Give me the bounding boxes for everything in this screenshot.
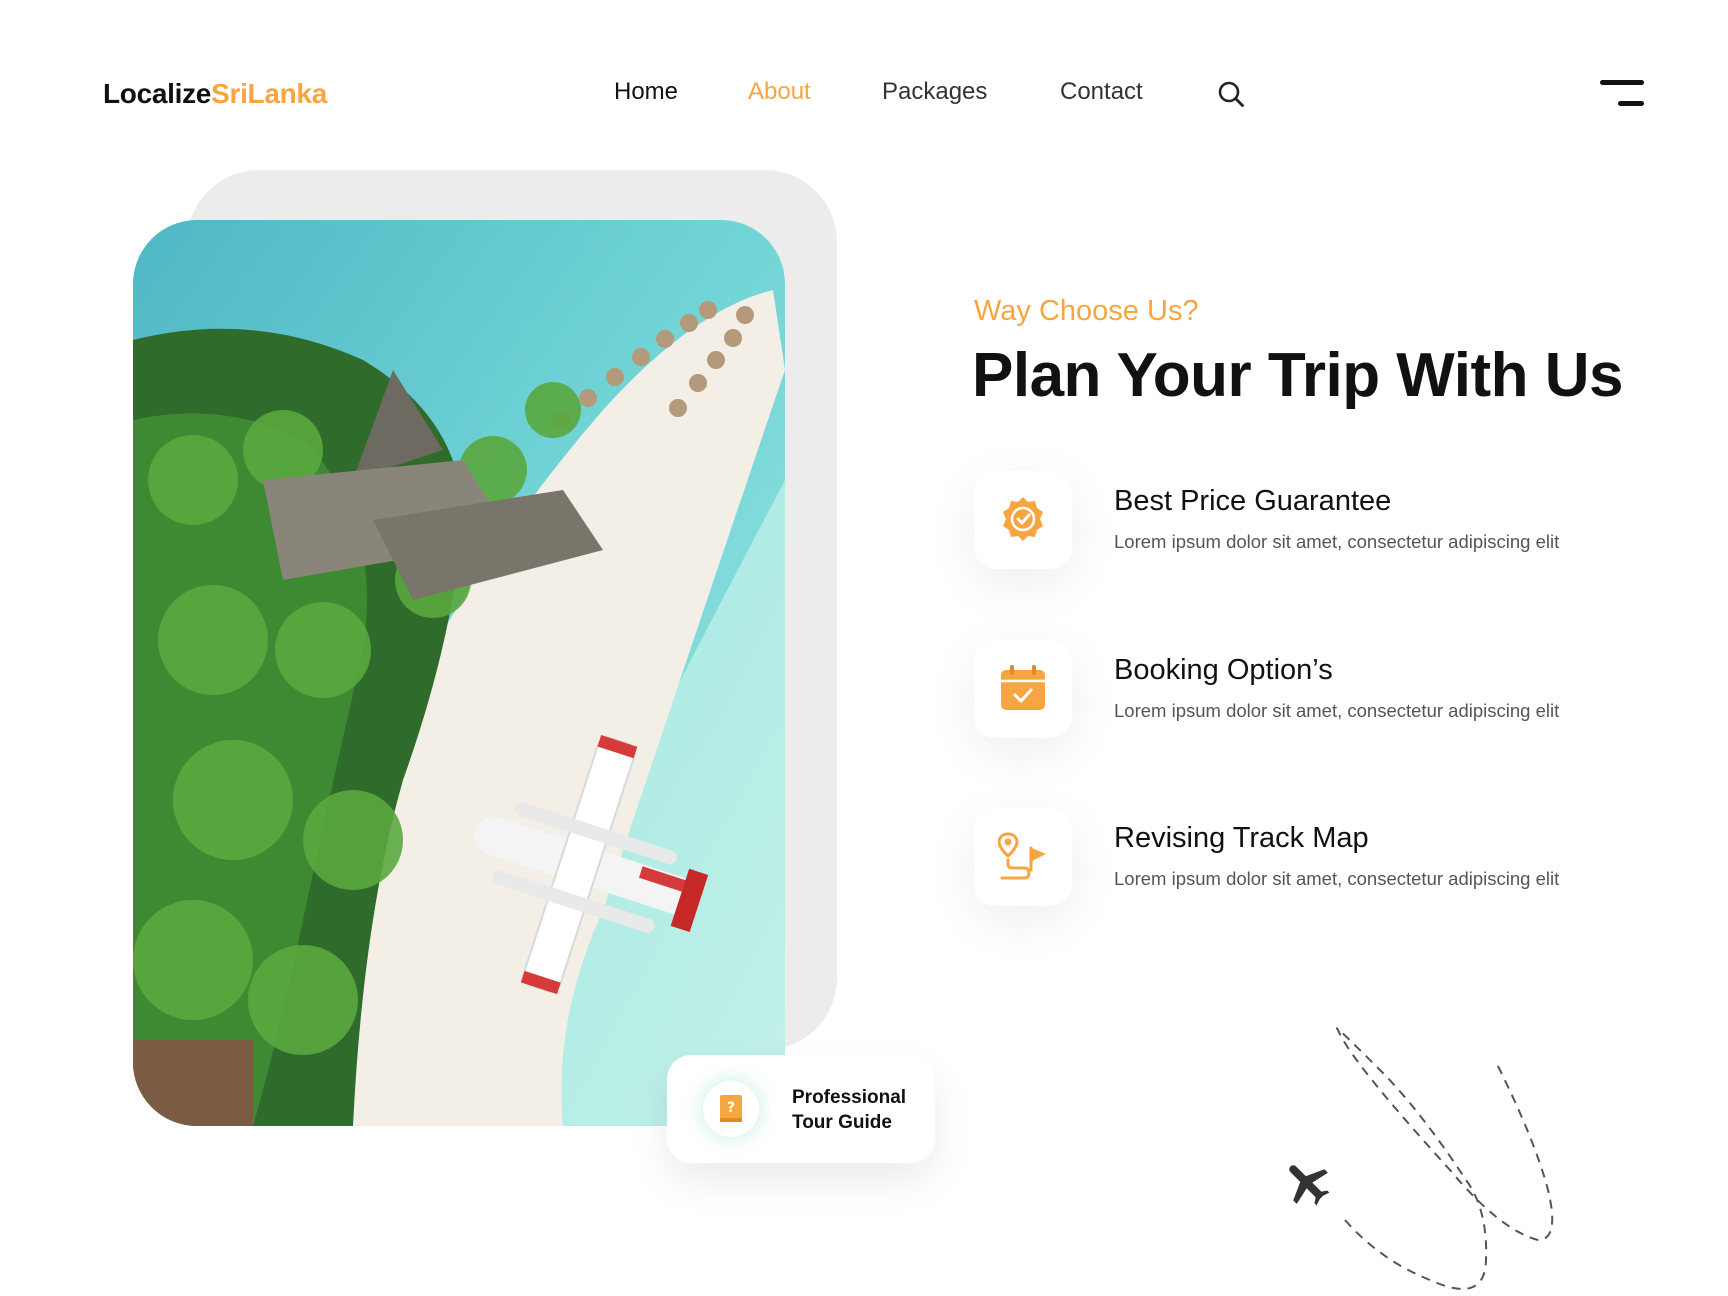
section-headline: Plan Your Trip With Us bbox=[972, 341, 1624, 410]
menu-bar-top bbox=[1600, 80, 1644, 85]
feature-title: Booking Option’s bbox=[1114, 654, 1333, 686]
section-eyebrow: Way Choose Us? bbox=[974, 295, 1199, 327]
tour-guide-line1: Professional bbox=[792, 1087, 907, 1108]
hamburger-menu-icon[interactable] bbox=[1600, 78, 1644, 110]
search-icon[interactable] bbox=[1217, 80, 1245, 108]
brand-logo-part1: Localize bbox=[103, 78, 212, 109]
feature-description: Lorem ipsum dolor sit amet, consectetur … bbox=[1114, 700, 1560, 721]
tour-guide-line2: Tour Guide bbox=[792, 1112, 892, 1133]
hero-beach-photo bbox=[133, 220, 785, 1126]
feature-description: Lorem ipsum dolor sit amet, consectetur … bbox=[1114, 531, 1560, 552]
tour-guide-card[interactable]: ? Professional Tour Guide bbox=[667, 1055, 935, 1163]
feature-title: Revising Track Map bbox=[1114, 822, 1369, 854]
nav-link-packages[interactable]: Packages bbox=[882, 78, 987, 106]
feature-title: Best Price Guarantee bbox=[1114, 485, 1392, 517]
nav-link-contact[interactable]: Contact bbox=[1060, 78, 1143, 106]
calendar-check-icon bbox=[974, 640, 1072, 738]
feature-description: Lorem ipsum dolor sit amet, consectetur … bbox=[1114, 868, 1560, 889]
badge-check-icon bbox=[974, 471, 1072, 569]
route-map-icon bbox=[974, 808, 1072, 906]
nav-link-home[interactable]: Home bbox=[614, 78, 678, 106]
tour-guide-label: Professional Tour Guide bbox=[792, 1085, 906, 1135]
feature-track-map: Revising Track Map Lorem ipsum dolor sit… bbox=[974, 808, 1674, 908]
nav-link-about[interactable]: About bbox=[748, 78, 811, 106]
brand-logo-part2: SriLanka bbox=[211, 78, 327, 109]
flight-path-decoration bbox=[1289, 1027, 1554, 1290]
feature-booking-options: Booking Option’s Lorem ipsum dolor sit a… bbox=[974, 640, 1674, 740]
feature-best-price: Best Price Guarantee Lorem ipsum dolor s… bbox=[974, 471, 1674, 571]
guide-book-icon: ? bbox=[703, 1081, 759, 1137]
menu-bar-bottom bbox=[1618, 101, 1644, 106]
svg-text:?: ? bbox=[727, 1100, 735, 1116]
brand-logo[interactable]: LocalizeSriLanka bbox=[103, 78, 327, 110]
